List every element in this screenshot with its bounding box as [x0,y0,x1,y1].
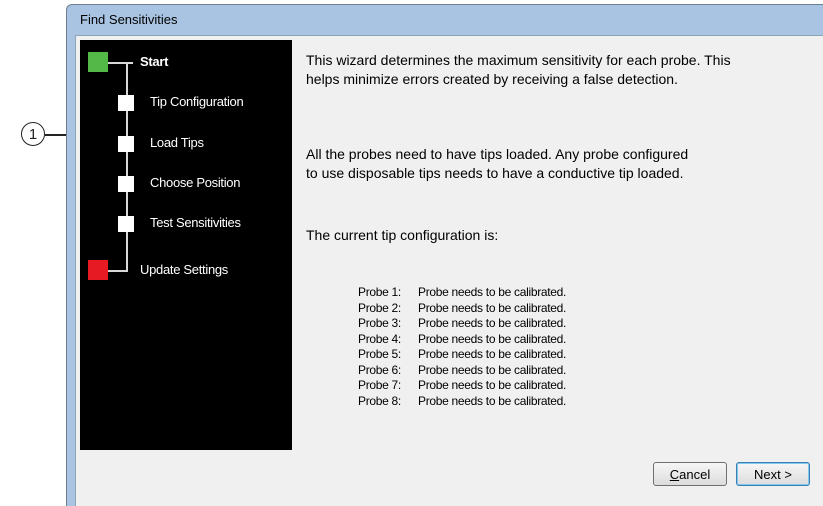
probe-row: Probe 3: Probe needs to be calibrated. [358,316,566,332]
probe-row: Probe 8: Probe needs to be calibrated. [358,394,566,410]
tips-text: All the probes need to have tips loaded.… [306,145,688,183]
step-label: Choose Position [150,175,241,190]
probe-name: Probe 7: [358,378,401,392]
probe-row: Probe 1: Probe needs to be calibrated. [358,285,566,301]
step-marker [118,136,134,152]
next-label: Next > [754,466,792,482]
probe-name: Probe 3: [358,316,401,330]
probe-name: Probe 4: [358,331,401,346]
step-update-settings-marker [88,260,108,280]
probe-row: Probe 4: Probe needs to be calibrated. [358,332,566,348]
title-bar[interactable]: Find Sensitivities [67,5,823,33]
probe-status: Probe needs to be calibrated. [418,393,567,408]
probe-status: Probe needs to be calibrated. [418,378,567,392]
window-title: Find Sensitivities [80,12,178,27]
step-test-sensitivities: Test Sensitivities [80,213,292,235]
step-label: Tip Configuration [150,94,244,109]
probe-name: Probe 5: [358,347,401,361]
probe-status-list: Probe 1: Probe needs to be calibrated. Pr… [358,285,566,409]
step-label: Update Settings [140,262,229,277]
probe-status: Probe needs to be calibrated. [418,300,567,315]
next-button[interactable]: Next > [736,462,810,486]
probe-name: Probe 2: [358,300,401,315]
step-tip-configuration: Tip Configuration [80,92,292,114]
probe-name: Probe 1: [358,285,401,299]
probe-status: Probe needs to be calibrated. [418,347,567,361]
probe-name: Probe 8: [358,393,401,408]
tips-line: to use disposable tips needs to have a c… [306,165,684,181]
step-label: Test Sensitivities [150,215,241,230]
step-update-settings: Update Settings [80,260,292,282]
step-label: Start [140,54,169,69]
intro-text: This wizard determines the maximum sensi… [306,51,731,89]
step-start: Start [80,52,292,74]
tips-line: All the probes need to have tips loaded.… [306,146,689,162]
step-label: Load Tips [150,135,204,150]
probe-row: Probe 7: Probe needs to be calibrated. [358,378,566,394]
cancel-label: ancel [679,466,711,482]
step-load-tips: Load Tips [80,133,292,155]
step-marker [118,95,134,111]
probe-row: Probe 5: Probe needs to be calibrated. [358,347,566,363]
cancel-button[interactable]: Cancel [653,462,727,486]
probe-status: Probe needs to be calibrated. [418,362,567,377]
step-connector [108,270,128,272]
probe-status: Probe needs to be calibrated. [418,285,567,299]
step-connector [108,62,128,64]
wizard-steps-panel: Start Tip Configuration Load Tips Choose… [80,40,292,450]
step-marker [118,176,134,192]
intro-line: helps minimize errors created by receivi… [306,71,678,87]
intro-line: This wizard determines the maximum sensi… [306,52,731,68]
probe-name: Probe 6: [358,362,401,377]
step-start-marker [88,52,108,72]
probe-row: Probe 2: Probe needs to be calibrated. [358,301,566,317]
probe-row: Probe 6: Probe needs to be calibrated. [358,363,566,379]
step-marker [118,216,134,232]
wizard-client-area: Start Tip Configuration Load Tips Choose… [75,35,823,506]
probe-status: Probe needs to be calibrated. [418,331,567,346]
config-heading: The current tip configuration is: [306,227,499,243]
wizard-window: Find Sensitivities Start Tip Configurati… [66,4,823,506]
step-choose-position: Choose Position [80,173,292,195]
callout-marker: 1 [21,122,45,146]
cancel-accelerator: C [669,466,680,482]
probe-status: Probe needs to be calibrated. [418,316,567,330]
